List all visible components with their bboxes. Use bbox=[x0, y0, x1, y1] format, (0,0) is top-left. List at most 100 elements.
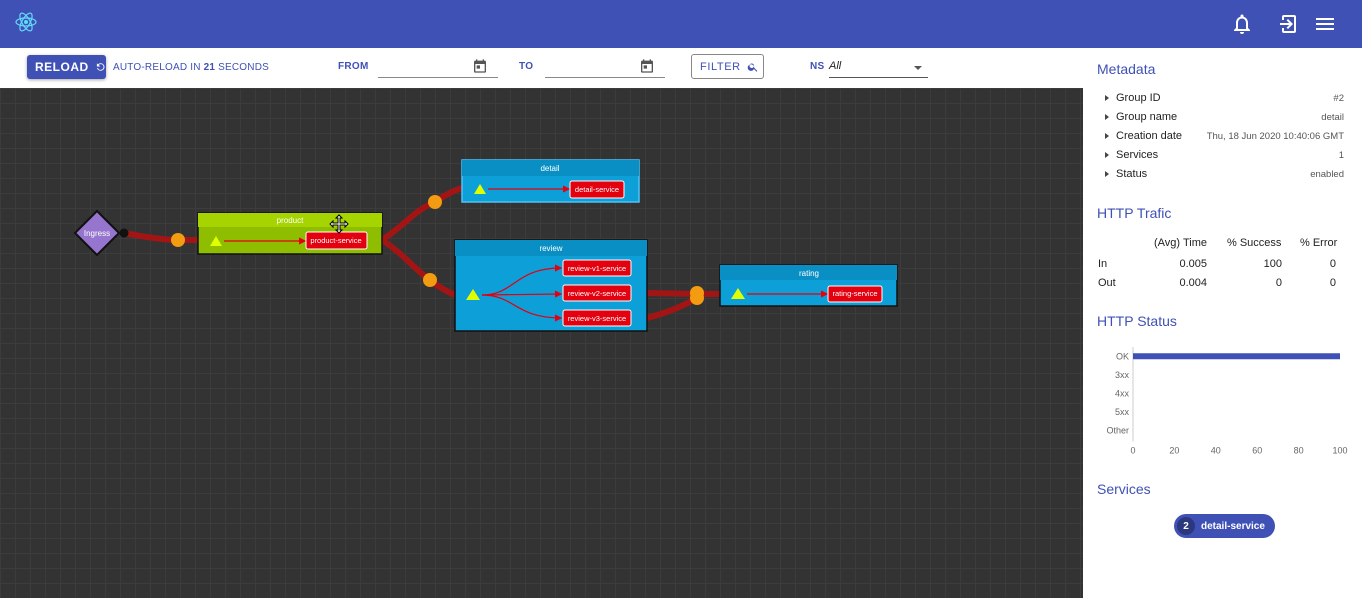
service-count-avatar: 2 bbox=[1177, 517, 1195, 535]
auto-reload-prefix: AUTO-RELOAD IN bbox=[113, 62, 201, 73]
service-label[interactable]: review-v1-service bbox=[568, 264, 626, 273]
category-tick-label: 4xx bbox=[1115, 388, 1130, 398]
cell-time: 0.005 bbox=[1179, 258, 1207, 270]
header-avg-time: (Avg) Time bbox=[1154, 237, 1207, 249]
service-chip-label: detail-service bbox=[1201, 520, 1265, 532]
menu-icon[interactable] bbox=[1313, 12, 1337, 36]
cell-success: 0 bbox=[1275, 277, 1282, 289]
edge-product-detail[interactable] bbox=[380, 185, 463, 243]
metadata-value: 1 bbox=[1338, 150, 1344, 161]
edge-review-rating-1[interactable] bbox=[646, 290, 720, 297]
status-bar bbox=[1133, 353, 1340, 360]
namespace-value: All bbox=[829, 60, 842, 72]
category-tick-label: OK bbox=[1116, 351, 1129, 361]
x-tick-label: 100 bbox=[1332, 446, 1347, 456]
category-tick-label: 3xx bbox=[1115, 370, 1130, 380]
expand-arrow-icon bbox=[1105, 95, 1109, 101]
service-label[interactable]: rating-service bbox=[832, 289, 877, 298]
graph-canvas[interactable]: Ingress product product-service detail d… bbox=[0, 88, 1083, 598]
notifications-bell-icon[interactable] bbox=[1230, 12, 1254, 36]
metadata-row-group-id[interactable]: Group ID #2 bbox=[1103, 91, 1344, 109]
auto-reload-status: AUTO-RELOAD IN 21 SECONDS bbox=[113, 62, 269, 73]
service-label[interactable]: review-v3-service bbox=[568, 314, 626, 323]
calendar-icon[interactable] bbox=[639, 58, 655, 74]
group-detail[interactable]: detail detail-service bbox=[461, 159, 640, 203]
http-traffic-table: (Avg) Time % Success % Error In 0.005 10… bbox=[1097, 237, 1347, 297]
metadata-key: Services bbox=[1116, 149, 1159, 161]
category-tick-label: Other bbox=[1106, 425, 1129, 435]
to-date-field[interactable] bbox=[545, 56, 665, 78]
metadata-row-status[interactable]: Status enabled bbox=[1103, 167, 1344, 185]
http-traffic-title: HTTP Trafic bbox=[1097, 205, 1172, 221]
service-label[interactable]: product-service bbox=[310, 236, 361, 245]
port-detail-in[interactable] bbox=[428, 195, 442, 209]
edge-ingress-product[interactable] bbox=[123, 230, 198, 243]
metadata-row-services[interactable]: Services 1 bbox=[1103, 148, 1344, 166]
metadata-key: Creation date bbox=[1116, 130, 1183, 142]
calendar-icon[interactable] bbox=[472, 58, 488, 74]
cell-error: 0 bbox=[1329, 258, 1336, 270]
reload-label: RELOAD bbox=[35, 60, 89, 74]
metadata-row-creation-date[interactable]: Creation date Thu, 18 Jun 2020 10:40:06 … bbox=[1103, 129, 1344, 147]
search-icon bbox=[747, 63, 758, 72]
x-tick-label: 40 bbox=[1211, 446, 1221, 456]
metadata-value: Thu, 18 Jun 2020 10:40:06 GMT bbox=[1206, 131, 1344, 142]
auto-reload-seconds: 21 bbox=[203, 62, 216, 73]
group-rating[interactable]: rating rating-service bbox=[719, 264, 898, 307]
edge-product-review[interactable] bbox=[380, 237, 457, 298]
logout-icon[interactable] bbox=[1274, 12, 1298, 36]
ingress-node[interactable]: Ingress bbox=[73, 209, 129, 257]
group-title: review bbox=[539, 244, 562, 253]
expand-arrow-icon bbox=[1105, 171, 1109, 177]
app-bar bbox=[0, 0, 1362, 48]
service-label[interactable]: review-v2-service bbox=[568, 289, 626, 298]
x-tick-label: 80 bbox=[1294, 446, 1304, 456]
header-success: % Success bbox=[1227, 237, 1282, 249]
details-panel: Metadata Group ID #2 Group name detail C… bbox=[1083, 48, 1362, 598]
reload-icon bbox=[96, 63, 105, 71]
metadata-key: Group ID bbox=[1116, 92, 1161, 104]
service-label[interactable]: detail-service bbox=[575, 185, 619, 194]
from-label: FROM bbox=[338, 61, 369, 72]
cell-success: 100 bbox=[1263, 258, 1282, 270]
namespace-select[interactable]: All bbox=[829, 56, 928, 78]
metadata-value: detail bbox=[1321, 112, 1344, 123]
service-chip[interactable]: 2 detail-service bbox=[1174, 514, 1275, 538]
group-title: detail bbox=[540, 164, 559, 173]
metadata-row-group-name[interactable]: Group name detail bbox=[1103, 110, 1344, 128]
filter-label: FILTER bbox=[700, 60, 741, 73]
metadata-key: Group name bbox=[1116, 111, 1178, 123]
edge-review-rating-2[interactable] bbox=[646, 295, 699, 321]
metadata-key: Status bbox=[1116, 168, 1148, 180]
header-error: % Error bbox=[1300, 237, 1338, 249]
ingress-label: Ingress bbox=[84, 229, 110, 238]
cell-error: 0 bbox=[1329, 277, 1336, 289]
metadata-title: Metadata bbox=[1097, 61, 1156, 77]
expand-arrow-icon bbox=[1105, 133, 1109, 139]
dropdown-caret-icon bbox=[914, 66, 922, 70]
filter-button[interactable]: FILTER bbox=[691, 54, 764, 79]
group-review[interactable]: review review-v1-service review-v2-servi… bbox=[454, 239, 648, 332]
http-status-title: HTTP Status bbox=[1097, 313, 1177, 329]
group-product[interactable]: product product-service bbox=[197, 212, 383, 255]
metadata-value: enabled bbox=[1310, 169, 1344, 180]
category-tick-label: 5xx bbox=[1115, 407, 1130, 417]
port-review-in[interactable] bbox=[423, 273, 437, 287]
port-product-in[interactable] bbox=[171, 233, 185, 247]
auto-reload-suffix: SECONDS bbox=[218, 62, 269, 73]
from-date-field[interactable] bbox=[378, 56, 498, 78]
reload-button[interactable]: RELOAD bbox=[27, 55, 106, 79]
expand-arrow-icon bbox=[1105, 152, 1109, 158]
namespace-label: NS bbox=[810, 61, 825, 72]
http-status-chart: OK 3xx 4xx 5xx Other 0 20 40 60 80 100 bbox=[1106, 347, 1348, 456]
toolbar: RELOAD AUTO-RELOAD IN 21 SECONDS FROM TO… bbox=[0, 48, 1083, 88]
port-rating-in-2[interactable] bbox=[690, 291, 704, 305]
expand-arrow-icon bbox=[1105, 114, 1109, 120]
cell-time: 0.004 bbox=[1179, 277, 1207, 289]
x-tick-label: 0 bbox=[1130, 446, 1135, 456]
react-logo-icon[interactable] bbox=[14, 10, 38, 34]
row-label: Out bbox=[1098, 277, 1116, 289]
service-graph[interactable]: Ingress product product-service detail d… bbox=[0, 88, 1083, 598]
metadata-value: #2 bbox=[1333, 93, 1344, 104]
x-tick-label: 20 bbox=[1169, 446, 1179, 456]
